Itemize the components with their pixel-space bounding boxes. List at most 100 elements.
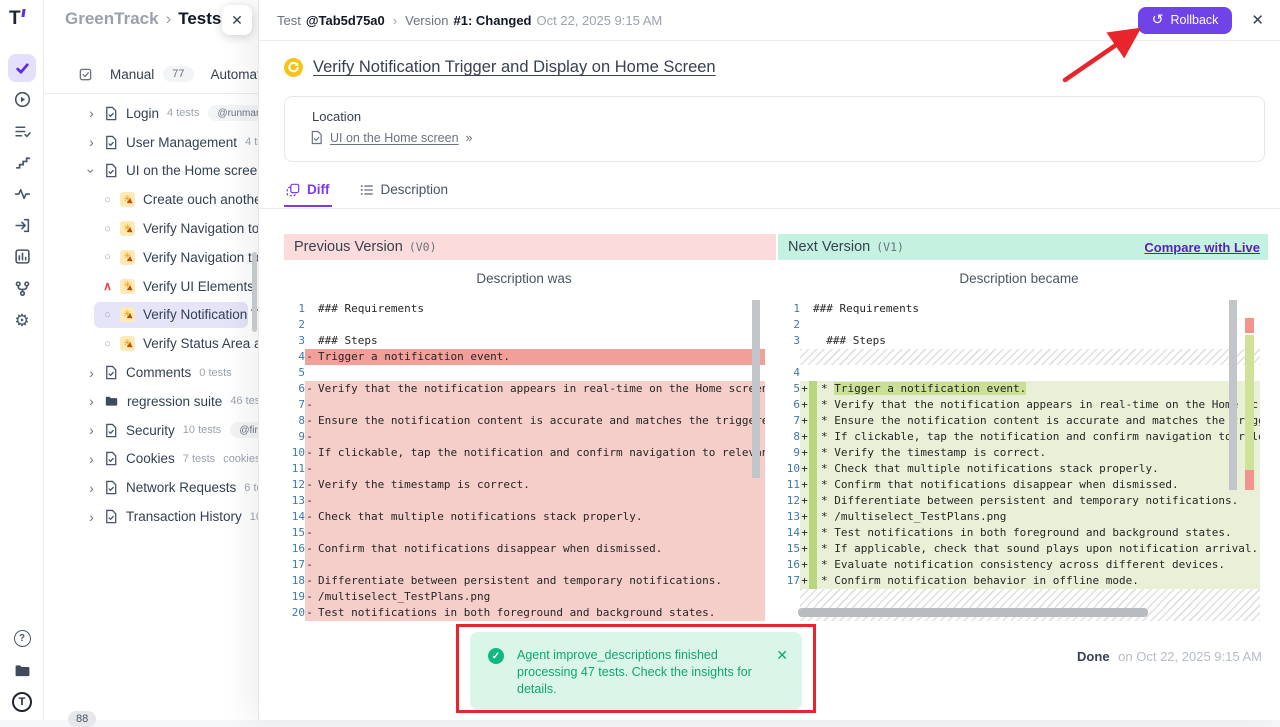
line-number: 12	[284, 477, 305, 493]
tree-item[interactable]: ›Comments0 tests	[44, 358, 258, 387]
scrollbar-thumb[interactable]	[752, 300, 760, 478]
chevron-right-icon[interactable]: ›	[84, 509, 99, 525]
tree-item[interactable]: › UI on the Home screen	[44, 157, 258, 186]
chevron-right-icon[interactable]: ›	[84, 451, 99, 467]
status-done: Done	[1077, 649, 1110, 664]
drawer-close-button[interactable]: ✕	[1251, 11, 1264, 29]
tab-manual[interactable]: Manual	[110, 67, 154, 82]
rail-item-traceability[interactable]	[8, 274, 36, 302]
diff-sign	[305, 333, 314, 349]
drawer-edge-close-button[interactable]: ✕	[222, 5, 252, 35]
chevron-right-icon[interactable]: ›	[84, 105, 99, 121]
rail-item-activity[interactable]	[8, 179, 36, 207]
tab-diff[interactable]: Diff	[284, 179, 332, 207]
chevron-right-icon[interactable]: ›	[84, 365, 99, 381]
diff-sign	[800, 317, 809, 333]
app-logo[interactable]: T	[9, 8, 25, 30]
diff-line	[779, 589, 1260, 605]
status-circle-icon: ○	[100, 194, 115, 206]
file-icon	[104, 480, 118, 495]
breadcrumb-current: Tests	[178, 9, 221, 28]
tree-item[interactable]: ›Security10 tests@firs	[44, 416, 258, 445]
diff-sign: +	[800, 461, 809, 477]
horizontal-scrollbar-thumb[interactable]	[798, 608, 1148, 617]
diff-line: 17-	[284, 557, 765, 573]
diff-line: 16-Confirm that notifications disappear …	[284, 541, 765, 557]
tree-item-label: Cookies	[126, 451, 175, 466]
rail-item-steps[interactable]	[8, 148, 36, 176]
rail-item-settings[interactable]: ⚙	[8, 306, 36, 334]
breadcrumb-root[interactable]: GreenTrack	[65, 9, 159, 28]
rail-item-files[interactable]	[8, 656, 36, 684]
tab-automated[interactable]: Automated	[211, 67, 258, 82]
tree-item-label: Network Requests	[126, 480, 236, 495]
drawer-tabs: Diff Description	[259, 179, 1280, 209]
diff-line: 8+* If clickable, tap the notification a…	[779, 429, 1260, 445]
tree-item[interactable]: ○✳Verify Navigation to	[44, 214, 258, 243]
gear-icon: ⚙	[14, 312, 29, 329]
tree-item[interactable]: ›regression suite46 tests	[44, 387, 258, 416]
tree-item[interactable]: ›Cookies7 testscookies.c	[44, 445, 258, 474]
tree-item[interactable]: ›Transaction History10	[44, 502, 258, 531]
location-label: Location	[312, 109, 361, 124]
diff-line: 5	[284, 365, 765, 381]
location-link[interactable]: UI on the Home screen	[330, 131, 459, 145]
rollback-button[interactable]: ↺ Rollback	[1138, 7, 1233, 34]
rail-item-runs[interactable]	[8, 85, 36, 113]
diff-line: 2	[779, 317, 1260, 333]
line-text: * Trigger a notification event.	[817, 381, 1026, 397]
line-text: * Differentiate between persistent and t…	[817, 493, 1238, 509]
line-number: 19	[284, 589, 305, 605]
rail-item-help[interactable]: ?	[8, 624, 36, 652]
collapse-caret-icon[interactable]: ∧	[100, 279, 115, 293]
rail-item-account[interactable]: T	[8, 688, 36, 716]
file-icon	[104, 163, 118, 178]
compare-with-live-link[interactable]: Compare with Live	[1144, 240, 1268, 255]
rail-item-test-plans[interactable]	[8, 117, 36, 145]
file-icon	[104, 423, 118, 438]
tree-item[interactable]: ›User Management4 te	[44, 128, 258, 157]
chevron-right-icon[interactable]: ›	[84, 393, 99, 409]
line-text	[314, 429, 318, 445]
line-number: 17	[284, 557, 305, 573]
toast-close-button[interactable]: ✕	[776, 647, 788, 664]
chevron-down-icon[interactable]: ›	[84, 163, 100, 178]
diff-sign	[305, 365, 314, 381]
diff-sign: +	[800, 381, 809, 397]
ai-changed-icon: ✳	[120, 336, 135, 351]
tree-item[interactable]: ○✳Verify Navigation to	[44, 243, 258, 272]
diff-left-subtitle: Description was	[284, 271, 764, 286]
line-number: 14	[284, 509, 305, 525]
box-arrow-in-icon	[14, 217, 31, 234]
tree-item-label: Verify Navigation to	[143, 221, 258, 236]
rail-item-import[interactable]	[8, 211, 36, 239]
partial-count-badge: 88	[68, 711, 96, 727]
diff-sign: -	[305, 445, 314, 461]
rollback-label: Rollback	[1170, 13, 1218, 27]
tree-item[interactable]: ›Login4 tests@runman	[44, 99, 258, 128]
tree-item[interactable]: ›Network Requests6 te	[44, 473, 258, 502]
diff-line: 1### Requirements	[779, 301, 1260, 317]
location-card: Location UI on the Home screen »	[284, 96, 1265, 162]
rail-item-tests[interactable]	[8, 54, 36, 82]
diff-line: 7-	[284, 397, 765, 413]
scrollbar-thumb[interactable]	[1229, 300, 1237, 490]
tree-item[interactable]: ○✳Create ouch anothe	[44, 185, 258, 214]
line-text: ### Requirements	[809, 301, 919, 317]
version-value: #1: Changed	[453, 13, 531, 28]
diff-line: 4-Trigger a notification event.	[284, 349, 765, 365]
tree-item[interactable]: ∧✳Verify UI Elements o	[44, 272, 258, 301]
tree-item[interactable]: ○✳Verify Status Area a	[44, 329, 258, 358]
rail-item-reports[interactable]	[8, 242, 36, 270]
test-id: @Tab5d75a0	[306, 13, 385, 28]
chevron-right-icon[interactable]: ›	[84, 480, 99, 496]
tab-description[interactable]: Description	[358, 179, 451, 205]
tree-item-count: 10	[250, 511, 258, 523]
tree-item-label: UI on the Home screen	[126, 163, 258, 178]
chevron-right-icon[interactable]: ›	[84, 134, 99, 150]
sidebar-scrollbar[interactable]	[252, 252, 257, 332]
tree-item[interactable]: ○✳Verify Notification T	[44, 301, 258, 330]
chevron-right-icon[interactable]: ›	[84, 422, 99, 438]
line-number: 16	[779, 557, 800, 573]
diff-sign	[800, 301, 809, 317]
